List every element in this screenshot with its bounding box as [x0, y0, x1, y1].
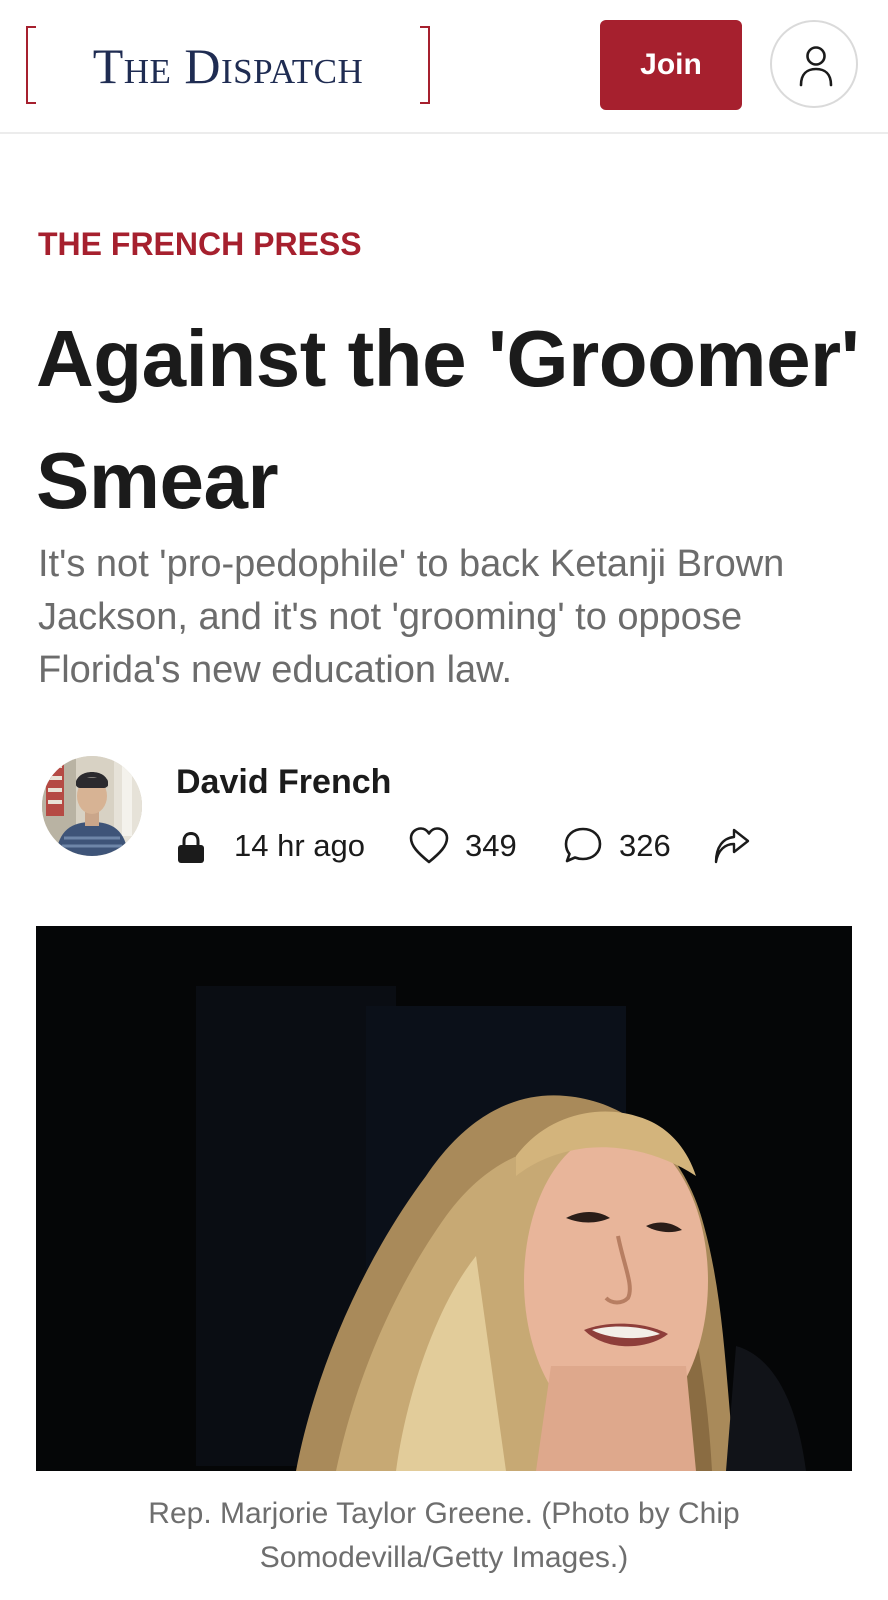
- comment-icon[interactable]: [562, 826, 604, 866]
- lock-icon: [178, 832, 204, 863]
- article-title: Against the 'Groomer' Smear: [36, 314, 860, 525]
- join-button[interactable]: Join: [600, 20, 742, 110]
- dispatch-logo[interactable]: The Dispatch: [26, 26, 430, 104]
- hero-image: [36, 926, 852, 1471]
- heart-icon[interactable]: [408, 826, 450, 866]
- article-meta: 14 hr ago 349 326: [176, 824, 816, 868]
- comment-count[interactable]: 326: [619, 824, 671, 868]
- logo-text: The Dispatch: [92, 38, 364, 94]
- image-caption: Rep. Marjorie Taylor Greene. (Photo by C…: [148, 1497, 740, 1574]
- account-button[interactable]: [770, 20, 858, 108]
- author-photo: [42, 756, 142, 856]
- published-time: 14 hr ago: [234, 828, 365, 863]
- article-subtitle: It's not 'pro-pedophile' to back Ketanji…: [38, 543, 785, 691]
- author-avatar[interactable]: [42, 756, 142, 856]
- top-bar: The Dispatch Join: [0, 0, 888, 134]
- share-icon[interactable]: [712, 828, 752, 866]
- section-label[interactable]: THE FRENCH PRESS: [38, 224, 362, 264]
- author-name[interactable]: David French: [176, 762, 391, 802]
- like-count[interactable]: 349: [465, 824, 517, 868]
- user-icon: [799, 46, 833, 87]
- portrait-photo: [36, 926, 852, 1471]
